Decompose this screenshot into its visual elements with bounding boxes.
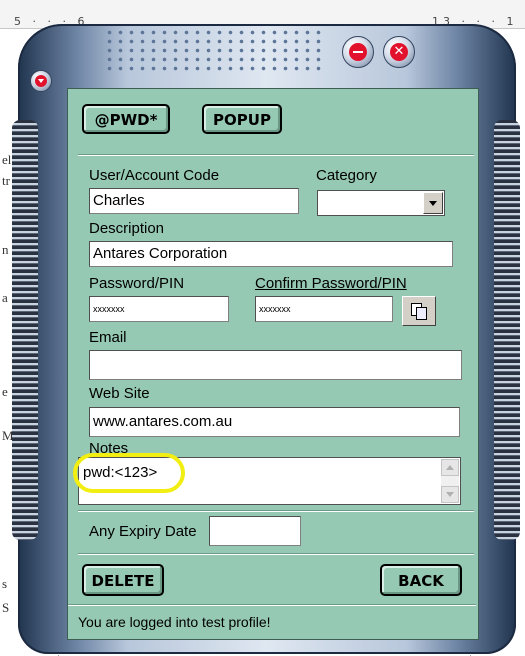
back-button[interactable]: BACK [380,564,462,596]
confirm-password-field[interactable]: xxxxxxx [255,296,393,322]
divider [78,553,474,555]
password-field[interactable]: xxxxxxx [89,296,229,322]
minimize-button[interactable] [342,36,374,68]
delete-button[interactable]: DELETE [82,564,164,596]
chevron-down-icon [35,75,47,87]
divider [68,604,476,606]
notes-highlight-circle [73,453,185,493]
menu-button[interactable] [30,70,52,92]
close-button[interactable]: ✕ [383,36,415,68]
category-label: Category [316,167,377,184]
notes-scrollbar[interactable] [441,459,459,503]
copy-icon-front [416,307,427,320]
minimize-icon [349,43,367,61]
description-label: Description [89,220,165,237]
margin-letter: e [2,384,8,399]
confirm-password-label: Confirm Password/PIN [255,275,407,292]
website-field[interactable]: www.antares.com.au [89,407,460,437]
divider [78,510,474,512]
status-bar-text: You are logged into test profile! [78,614,271,630]
scroll-up-icon[interactable] [441,459,459,476]
margin-letter: S [2,600,10,615]
left-grip [12,120,38,540]
margin-letter: a [2,290,8,305]
expiry-date-field[interactable] [209,516,301,546]
chevron-down-icon[interactable] [423,192,443,214]
margin-letter: tr [2,173,10,188]
website-label: Web Site [89,385,150,402]
scroll-down-icon[interactable] [441,486,459,503]
copy-button[interactable] [402,296,436,326]
pwd-button[interactable]: @PWD* [82,104,170,134]
email-field[interactable] [89,350,462,380]
description-field[interactable]: Antares Corporation [89,241,453,267]
expiry-label: Any Expiry Date [89,523,197,540]
user-label: User/Account Code [89,167,220,184]
close-icon: ✕ [390,43,408,61]
margin-letter: n [2,242,9,257]
margin-letter: el [2,152,12,167]
category-select[interactable] [317,190,445,216]
user-account-field[interactable]: Charles [89,188,299,214]
divider [78,154,474,156]
popup-button[interactable]: POPUP [202,104,282,134]
speaker-grille[interactable] [104,28,324,72]
password-label: Password/PIN [89,275,185,292]
right-grip [494,120,520,540]
margin-letter: s [2,576,8,591]
email-label: Email [89,329,127,346]
